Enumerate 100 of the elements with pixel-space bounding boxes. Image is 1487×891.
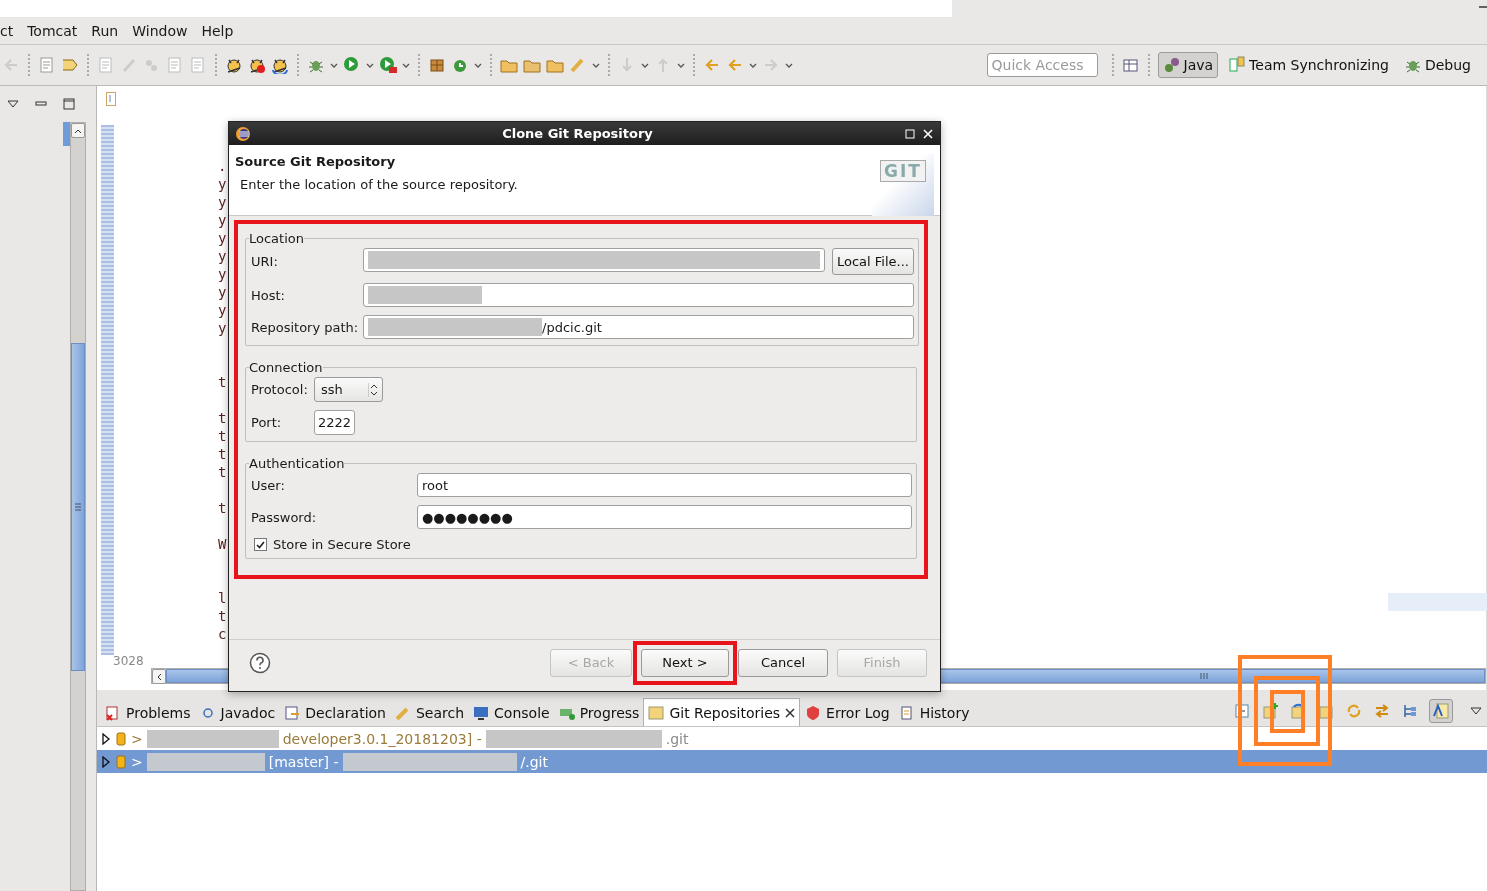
cat-icon[interactable] — [271, 56, 289, 74]
input-field[interactable]: ●●●●●●●● — [417, 505, 912, 529]
code-text: W — [218, 535, 227, 553]
input-field[interactable]: root — [417, 473, 912, 497]
view-menu-icon[interactable] — [7, 99, 19, 109]
cat-icon[interactable] — [248, 56, 266, 74]
code-text: t — [218, 373, 227, 391]
code-text: y — [218, 301, 227, 319]
spinner-icon[interactable] — [368, 382, 378, 397]
code-text: t — [218, 427, 227, 445]
menu-item[interactable]: Help — [201, 22, 234, 39]
field-label: Port: — [251, 415, 283, 430]
repository-path: .git — [665, 730, 689, 747]
code-text: t — [218, 499, 227, 517]
view-tab[interactable]: Javadoc — [194, 698, 280, 726]
view-tab[interactable]: Problems — [100, 698, 195, 726]
field-label: User: — [251, 477, 286, 493]
code-text: y — [218, 211, 227, 229]
view-tab[interactable]: Git Repositories — [643, 698, 801, 726]
tree-icon[interactable] — [1401, 702, 1419, 720]
code-text: t — [218, 463, 227, 481]
input-field[interactable] — [363, 248, 825, 272]
selection-marker — [63, 122, 70, 146]
maximize-icon[interactable] — [63, 98, 75, 110]
perspective-button[interactable]: Team Synchronizing — [1223, 52, 1394, 78]
scroll-up-button[interactable] — [71, 123, 85, 138]
add-repository-icon[interactable] — [1261, 702, 1279, 720]
expand-icon[interactable] — [101, 732, 111, 745]
repository-name: developer3.0.1_20181203] - — [282, 730, 482, 747]
local-file-button[interactable]: Local File... — [832, 248, 914, 275]
menu-item[interactable]: Tomcat — [27, 22, 78, 39]
view-tab[interactable]: Error Log — [800, 698, 894, 726]
scroll-left-button[interactable] — [152, 669, 166, 684]
caret-icon[interactable] — [156, 672, 162, 681]
view-tab[interactable]: History — [893, 698, 974, 726]
declaration-icon — [283, 703, 302, 722]
protocol-dropdown[interactable]: ssh — [314, 377, 383, 402]
close-icon[interactable] — [922, 127, 934, 140]
checkbox[interactable] — [254, 538, 267, 551]
field-label: URI: — [251, 254, 279, 269]
package-icon[interactable] — [428, 56, 446, 74]
view-tab[interactable]: Search — [390, 698, 469, 726]
line-number: 3028 — [112, 655, 145, 667]
menu-item[interactable]: ct — [0, 22, 14, 39]
expand-icon[interactable] — [101, 755, 111, 768]
code-text: t — [218, 607, 227, 625]
field-label: Host: — [251, 287, 286, 303]
code-text: t — [218, 409, 227, 427]
page-description: Enter the location of the source repository. — [240, 177, 518, 192]
decoration-text: > — [131, 730, 143, 747]
eclipse-icon — [235, 125, 251, 142]
repository-row[interactable]: > developer3.0.1_20181203] - .git — [97, 727, 1487, 750]
view-tab[interactable]: Declaration — [279, 698, 390, 726]
view-tab[interactable]: Progress — [553, 698, 644, 726]
dialog-button[interactable]: Next > — [641, 648, 729, 677]
perspective-button[interactable]: Java — [1157, 52, 1219, 78]
dialog-button[interactable]: Cancel — [738, 648, 828, 677]
code-text: y — [218, 175, 227, 193]
code-text: y — [218, 265, 227, 283]
logo-text: GIT — [880, 160, 926, 182]
view-tab[interactable]: Console — [468, 698, 554, 726]
group-legend: Location — [249, 231, 304, 246]
help-icon[interactable] — [249, 651, 271, 674]
java-file-icon[interactable] — [106, 92, 116, 106]
code-text: c — [218, 625, 227, 643]
group-legend: Connection — [249, 360, 323, 375]
scrollbar-thumb[interactable] — [71, 343, 85, 671]
input-field[interactable]: 2222 — [314, 410, 355, 435]
code-text: . — [218, 157, 227, 175]
perspective-icon[interactable] — [1121, 56, 1140, 74]
field-label: Password: — [251, 509, 318, 525]
close-icon[interactable] — [784, 706, 797, 719]
code-text: y — [218, 283, 227, 301]
menu-item[interactable]: Window — [132, 22, 188, 39]
field-label: Protocol: — [251, 382, 309, 397]
checkbox-label: Store in Secure Store — [273, 537, 411, 552]
menu-item[interactable]: Run — [91, 22, 119, 39]
decoration-text: > — [131, 753, 143, 770]
grip-icon[interactable] — [75, 503, 81, 511]
link-arrows-icon[interactable] — [1373, 702, 1391, 720]
code-text: y — [218, 193, 227, 211]
group-legend: Authentication — [249, 456, 345, 471]
perspective-button[interactable]: Debug — [1398, 52, 1476, 78]
input-field[interactable] — [363, 283, 914, 307]
repository-name: [master] - — [268, 753, 339, 770]
play-icon[interactable] — [343, 56, 361, 74]
code-text: y — [218, 247, 227, 265]
cat-icon[interactable] — [225, 56, 243, 74]
code-text: l — [218, 589, 227, 607]
repository-path: /.git — [520, 753, 548, 770]
maximize-icon[interactable] — [904, 127, 916, 140]
play-icon[interactable] — [379, 56, 397, 74]
grip-icon[interactable] — [1200, 673, 1208, 679]
code-text: t — [218, 445, 227, 463]
quick-access-field[interactable]: Quick Access — [986, 53, 1098, 77]
dialog-title: Clone Git Repository — [501, 126, 654, 141]
minimize-icon[interactable] — [35, 99, 47, 109]
input-field[interactable]: /pdcic.git — [363, 315, 914, 339]
caret-icon[interactable] — [74, 127, 82, 134]
code-text: y — [218, 319, 227, 337]
